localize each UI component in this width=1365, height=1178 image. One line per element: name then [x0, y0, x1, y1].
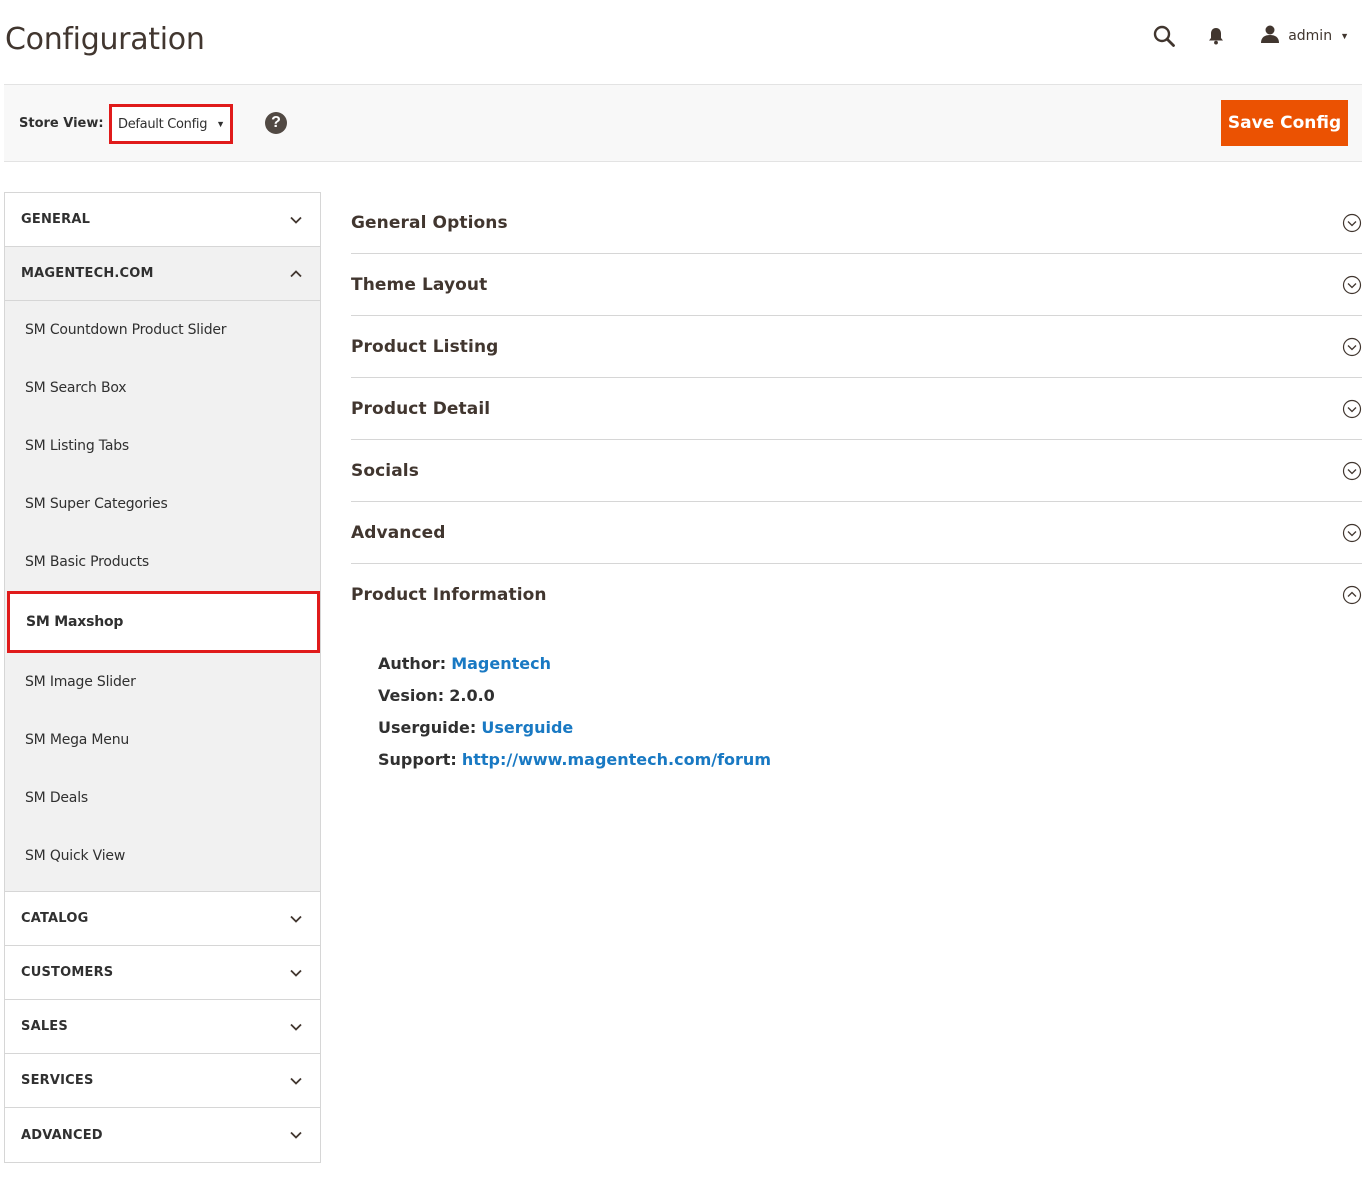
- section-socials[interactable]: Socials: [351, 440, 1362, 502]
- chevron-down-icon: [289, 213, 303, 227]
- tab-customers[interactable]: CUSTOMERS: [5, 946, 320, 1000]
- tab-sales[interactable]: SALES: [5, 1000, 320, 1054]
- sidebar-item-sm-maxshop[interactable]: SM Maxshop: [7, 591, 320, 653]
- chevron-down-icon: [289, 966, 303, 980]
- info-label: Author:: [378, 654, 447, 673]
- sidebar-item-sm-deals[interactable]: SM Deals: [5, 769, 320, 827]
- page-title: Configuration: [5, 22, 205, 57]
- info-support: Support: http://www.magentech.com/forum: [378, 744, 1362, 776]
- section-product-detail[interactable]: Product Detail: [351, 378, 1362, 440]
- tab-magentech[interactable]: MAGENTECH.COM: [5, 247, 320, 301]
- chevron-up-icon: [289, 267, 303, 281]
- tab-label: CATALOG: [21, 911, 89, 926]
- tab-label: GENERAL: [21, 212, 91, 227]
- store-view-bar: Store View: Default Config ▼ ? Save Conf…: [4, 84, 1362, 162]
- section-title: Socials: [351, 460, 419, 481]
- section-advanced[interactable]: Advanced: [351, 502, 1362, 564]
- sidebar-item-sm-mega-menu[interactable]: SM Mega Menu: [5, 711, 320, 769]
- tab-label: ADVANCED: [21, 1127, 103, 1143]
- section-title: Product Detail: [351, 398, 491, 419]
- support-link[interactable]: http://www.magentech.com/forum: [462, 750, 771, 769]
- info-userguide: Userguide: Userguide: [378, 712, 1362, 744]
- sidebar-item-sm-search-box[interactable]: SM Search Box: [5, 359, 320, 417]
- author-link[interactable]: Magentech: [451, 654, 551, 673]
- tab-advanced[interactable]: ADVANCED: [5, 1108, 320, 1162]
- tab-label: SALES: [21, 1019, 68, 1034]
- chevron-down-icon: ▼: [1340, 31, 1349, 41]
- tab-catalog[interactable]: CATALOG: [5, 892, 320, 946]
- tab-label: CUSTOMERS: [21, 965, 114, 980]
- info-author: Author: Magentech: [378, 648, 1362, 680]
- section-title: Advanced: [351, 522, 446, 543]
- section-theme-layout[interactable]: Theme Layout: [351, 254, 1362, 316]
- sidebar-item-sm-listing-tabs[interactable]: SM Listing Tabs: [5, 417, 320, 475]
- section-title: Product Information: [351, 585, 547, 605]
- magentech-subnav: SM Countdown Product Slider SM Search Bo…: [5, 301, 320, 892]
- header-actions: admin ▼: [1150, 22, 1349, 50]
- expand-circle-icon: [1342, 461, 1362, 481]
- user-name: admin: [1288, 28, 1333, 44]
- version-value: 2.0.0: [449, 686, 495, 705]
- expand-circle-icon: [1342, 523, 1362, 543]
- info-version: Vesion: 2.0.0: [378, 680, 1362, 712]
- product-information-panel: Author: Magentech Vesion: 2.0.0 Userguid…: [351, 626, 1362, 776]
- tab-label: MAGENTECH.COM: [21, 266, 154, 281]
- store-view-select[interactable]: Default Config ▼: [109, 104, 233, 144]
- info-label: Support:: [378, 750, 457, 769]
- sidebar-item-sm-quick-view[interactable]: SM Quick View: [5, 827, 320, 885]
- chevron-down-icon: [289, 1020, 303, 1034]
- chevron-down-icon: [289, 912, 303, 926]
- section-product-information[interactable]: Product Information: [351, 564, 1362, 626]
- sidebar-item-sm-super-categories[interactable]: SM Super Categories: [5, 475, 320, 533]
- config-main: General Options Theme Layout Product Lis…: [351, 192, 1362, 776]
- sidebar-item-sm-image-slider[interactable]: SM Image Slider: [5, 653, 320, 711]
- expand-circle-icon: [1342, 213, 1362, 233]
- tab-services[interactable]: SERVICES: [5, 1054, 320, 1108]
- section-general-options[interactable]: General Options: [351, 192, 1362, 254]
- bell-icon[interactable]: [1202, 22, 1230, 50]
- collapse-circle-icon: [1342, 585, 1362, 605]
- userguide-link[interactable]: Userguide: [481, 718, 573, 737]
- user-icon: [1260, 25, 1280, 48]
- tab-label: SERVICES: [21, 1073, 94, 1088]
- expand-circle-icon: [1342, 337, 1362, 357]
- chevron-down-icon: ▼: [216, 119, 226, 129]
- store-view-label: Store View:: [19, 116, 104, 131]
- tab-general[interactable]: GENERAL: [5, 193, 320, 247]
- search-icon[interactable]: [1150, 22, 1178, 50]
- section-title: General Options: [351, 212, 508, 233]
- config-sidebar: GENERAL MAGENTECH.COM SM Countdown Produ…: [4, 192, 321, 1163]
- help-icon[interactable]: ?: [265, 112, 287, 134]
- info-label: Vesion:: [378, 686, 445, 705]
- section-title: Product Listing: [351, 336, 499, 357]
- expand-circle-icon: [1342, 275, 1362, 295]
- save-config-button[interactable]: Save Config: [1221, 100, 1348, 146]
- section-title: Theme Layout: [351, 274, 488, 295]
- sidebar-item-sm-basic-products[interactable]: SM Basic Products: [5, 533, 320, 591]
- info-label: Userguide:: [378, 718, 477, 737]
- section-product-listing[interactable]: Product Listing: [351, 316, 1362, 378]
- chevron-down-icon: [289, 1074, 303, 1088]
- expand-circle-icon: [1342, 399, 1362, 419]
- chevron-down-icon: [289, 1128, 303, 1142]
- user-menu[interactable]: admin ▼: [1260, 25, 1349, 48]
- sidebar-item-sm-countdown-product-slider[interactable]: SM Countdown Product Slider: [5, 301, 320, 359]
- store-view-value: Default Config: [118, 116, 208, 132]
